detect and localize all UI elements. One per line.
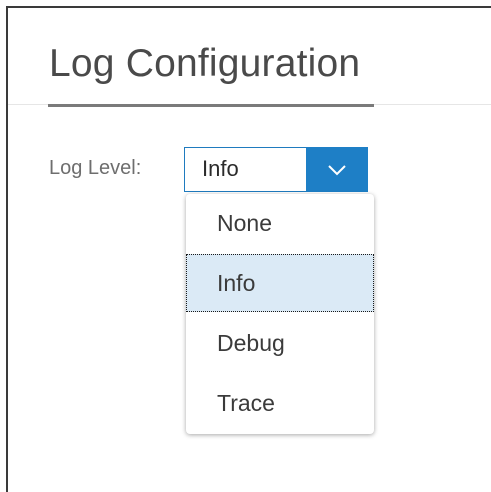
page-title: Log Configuration	[49, 42, 361, 85]
title-underline	[48, 104, 374, 107]
chevron-down-icon	[328, 164, 346, 175]
log-level-dropdown-button[interactable]	[306, 147, 368, 192]
dropdown-option-trace[interactable]: Trace	[186, 374, 374, 432]
dropdown-option-debug[interactable]: Debug	[186, 314, 374, 372]
dropdown-option-none[interactable]: None	[186, 194, 374, 252]
dropdown-option-info[interactable]: Info	[186, 254, 374, 312]
log-level-select[interactable]: Info	[184, 147, 368, 192]
log-level-select-value: Info	[202, 156, 239, 181]
log-level-label: Log Level:	[49, 157, 142, 179]
log-level-dropdown-menu: None Info Debug Trace	[186, 194, 374, 434]
